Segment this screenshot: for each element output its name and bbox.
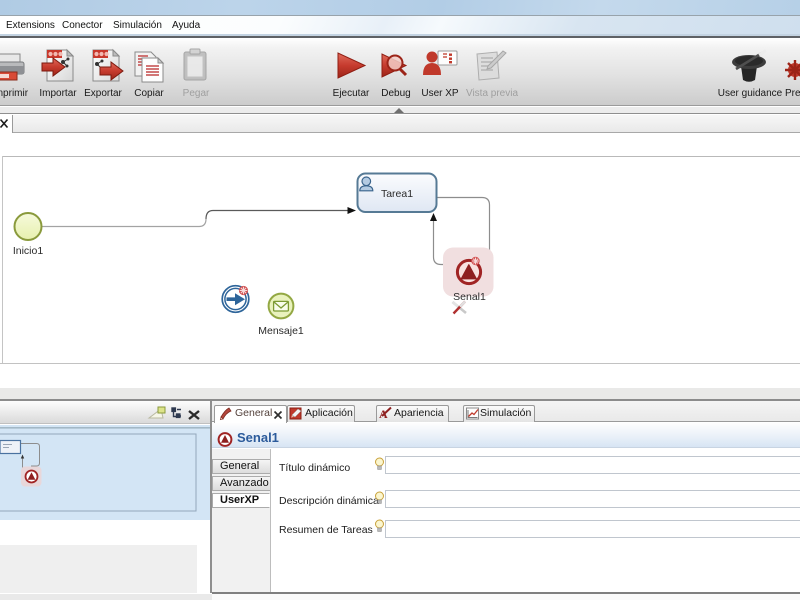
svg-text:Senal1: Senal1: [453, 291, 486, 303]
svg-text:Mensaje1: Mensaje1: [258, 325, 304, 337]
svg-text:Tarea1: Tarea1: [381, 188, 413, 200]
svg-text:Inicio1: Inicio1: [13, 245, 44, 257]
